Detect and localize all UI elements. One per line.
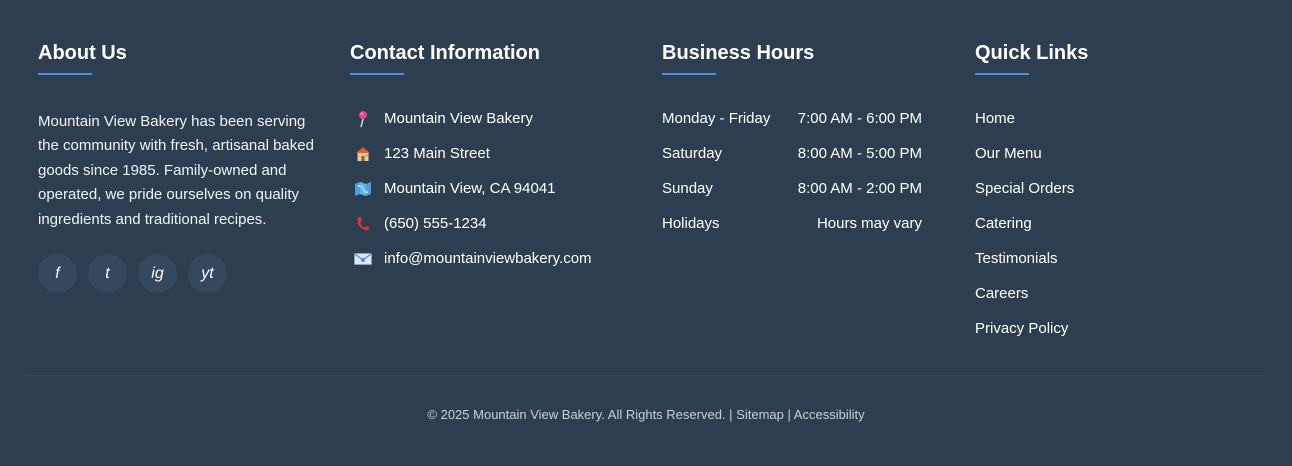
- accessibility-link[interactable]: Accessibility: [794, 407, 865, 422]
- link-special-orders[interactable]: Special Orders: [975, 180, 1074, 197]
- twitter-link[interactable]: t: [88, 254, 127, 294]
- contact-item-name: Mountain View Bakery: [350, 110, 632, 145]
- copyright-bar: © 2025 Mountain View Bakery. All Rights …: [0, 407, 1292, 423]
- hours-day: Sunday: [662, 180, 713, 197]
- list-item: Privacy Policy: [975, 320, 1235, 355]
- hours-section: Business Hours Monday - Friday 7:00 AM -…: [662, 41, 922, 250]
- youtube-icon: yt: [201, 264, 214, 282]
- hours-time: 7:00 AM - 6:00 PM: [797, 110, 922, 127]
- hours-heading: Business Hours: [662, 41, 922, 85]
- contact-section: Contact Information Mountain View Bakery…: [350, 41, 632, 285]
- link-careers[interactable]: Careers: [975, 285, 1028, 302]
- list-item: Special Orders: [975, 180, 1235, 215]
- list-item: Testimonials: [975, 250, 1235, 285]
- twitter-icon: t: [105, 264, 110, 282]
- social-links: f t ig yt: [38, 254, 320, 294]
- footer-columns: About Us Mountain View Bakery has been s…: [0, 0, 1292, 340]
- footer-divider: [25, 375, 1267, 376]
- hours-time: 8:00 AM - 5:00 PM: [797, 145, 922, 162]
- hours-row: Saturday 8:00 AM - 5:00 PM: [662, 145, 922, 180]
- list-item: Catering: [975, 215, 1235, 250]
- contact-heading: Contact Information: [350, 41, 632, 85]
- contact-city-text: Mountain View, CA 94041: [384, 180, 556, 197]
- instagram-link[interactable]: ig: [138, 254, 177, 294]
- list-item: Careers: [975, 285, 1235, 320]
- quick-links-heading-text: Quick Links: [975, 42, 1089, 64]
- sitemap-link[interactable]: Sitemap: [736, 407, 784, 422]
- hours-row: Monday - Friday 7:00 AM - 6:00 PM: [662, 110, 922, 145]
- about-heading: About Us: [38, 41, 320, 85]
- heading-underline: [662, 73, 716, 75]
- pin-icon: [352, 110, 374, 128]
- contact-street-text: 123 Main Street: [384, 145, 490, 162]
- about-section: About Us Mountain View Bakery has been s…: [38, 41, 320, 294]
- contact-item-phone: (650) 555-1234: [350, 215, 632, 250]
- hours-table: Monday - Friday 7:00 AM - 6:00 PM Saturd…: [662, 110, 922, 250]
- heading-underline: [38, 73, 92, 75]
- about-text: Mountain View Bakery has been serving th…: [38, 113, 314, 228]
- hours-day: Monday - Friday: [662, 110, 771, 127]
- facebook-link[interactable]: f: [38, 254, 77, 294]
- contact-list: Mountain View Bakery 123 Main Street Mou…: [350, 110, 632, 285]
- hours-heading-text: Business Hours: [662, 42, 815, 64]
- contact-item-email: info@mountainviewbakery.com: [350, 250, 632, 285]
- contact-name-text: Mountain View Bakery: [384, 110, 533, 127]
- quick-links-list: Home Our Menu Special Orders Catering Te…: [975, 110, 1235, 355]
- hours-day: Saturday: [662, 145, 723, 162]
- about-heading-text: About Us: [38, 42, 127, 64]
- list-item: Home: [975, 110, 1235, 145]
- hours-row: Sunday 8:00 AM - 2:00 PM: [662, 180, 922, 215]
- hours-time: 8:00 AM - 2:00 PM: [797, 180, 922, 197]
- hours-day: Holidays: [662, 215, 720, 232]
- hours-time: Hours may vary: [816, 215, 922, 232]
- list-item: Our Menu: [975, 145, 1235, 180]
- contact-item-street: 123 Main Street: [350, 145, 632, 180]
- house-icon: [352, 145, 374, 163]
- contact-email-text: info@mountainviewbakery.com: [384, 250, 592, 267]
- link-our-menu[interactable]: Our Menu: [975, 145, 1042, 162]
- link-home[interactable]: Home: [975, 110, 1015, 127]
- copyright-text: © 2025 Mountain View Bakery. All Rights …: [427, 407, 733, 422]
- contact-heading-text: Contact Information: [350, 42, 540, 64]
- site-footer: About Us Mountain View Bakery has been s…: [0, 0, 1292, 466]
- contact-item-city: Mountain View, CA 94041: [350, 180, 632, 215]
- phone-icon: [352, 215, 374, 233]
- email-icon: [352, 250, 374, 268]
- link-testimonials[interactable]: Testimonials: [975, 250, 1058, 267]
- heading-underline: [975, 73, 1029, 75]
- facebook-icon: f: [55, 264, 60, 282]
- heading-underline: [350, 73, 404, 75]
- youtube-link[interactable]: yt: [188, 254, 227, 294]
- link-catering[interactable]: Catering: [975, 215, 1032, 232]
- map-icon: [352, 180, 374, 198]
- copyright-separator: |: [787, 407, 791, 422]
- quick-links-section: Quick Links Home Our Menu Special Orders…: [975, 41, 1235, 355]
- contact-phone-text: (650) 555-1234: [384, 215, 487, 232]
- quick-links-heading: Quick Links: [975, 41, 1235, 85]
- hours-row: Holidays Hours may vary: [662, 215, 922, 250]
- instagram-icon: ig: [151, 264, 164, 282]
- link-privacy-policy[interactable]: Privacy Policy: [975, 320, 1068, 337]
